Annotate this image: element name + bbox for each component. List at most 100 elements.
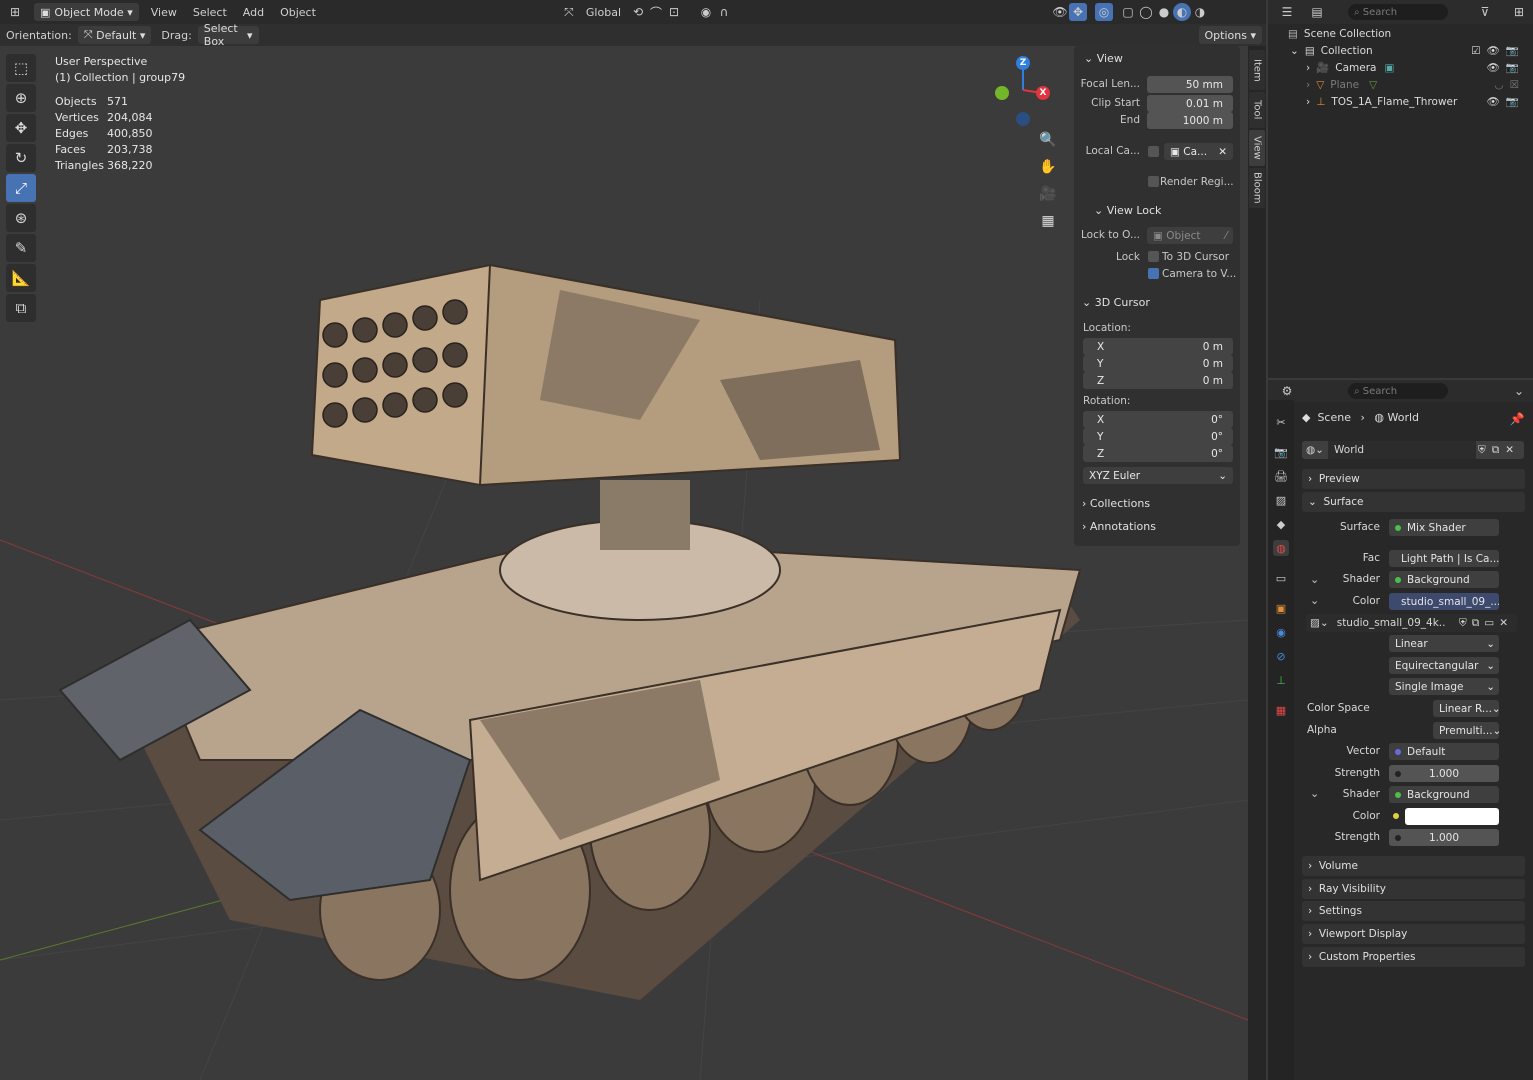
editor-type-icon[interactable]: ⊞ bbox=[6, 3, 24, 21]
outliner-item-camera[interactable]: › 🎥 Camera ▣ 👁📷 bbox=[1268, 59, 1533, 76]
custom-properties-panel[interactable]: › Custom Properties bbox=[1302, 947, 1525, 967]
mode-selector[interactable]: ▣ Object Mode ▾ bbox=[34, 3, 139, 21]
tab-tool[interactable]: Tool bbox=[1249, 92, 1265, 128]
filter-icon[interactable]: ⊽ bbox=[1476, 3, 1494, 21]
proportional-edit-icon[interactable]: ◉ bbox=[697, 3, 715, 21]
clip-start-field[interactable]: 0.01 m bbox=[1147, 95, 1233, 112]
physics-tab-icon[interactable]: ◉ bbox=[1273, 624, 1289, 640]
fac-field[interactable]: Light Path | Is Ca... bbox=[1389, 550, 1499, 567]
chevron-down-icon[interactable]: ⌄ bbox=[1510, 382, 1528, 400]
snap-icon[interactable]: ⌒ bbox=[647, 3, 665, 21]
annotate-tool[interactable]: ✎ bbox=[6, 234, 36, 262]
data-tab-icon[interactable]: ⊥ bbox=[1273, 672, 1289, 688]
color1-field[interactable]: studio_small_09_... bbox=[1389, 593, 1499, 610]
breadcrumb-world[interactable]: World bbox=[1388, 411, 1420, 424]
surface-shader-field[interactable]: Mix Shader bbox=[1389, 519, 1499, 536]
render-tab-icon[interactable]: 📷 bbox=[1273, 444, 1289, 460]
cursor-location-x[interactable]: X 0 m bbox=[1083, 338, 1233, 355]
options-dropdown[interactable]: Options ▾ bbox=[1198, 26, 1262, 44]
color2-swatch[interactable] bbox=[1405, 808, 1499, 825]
view-section-header[interactable]: ⌄ View bbox=[1084, 52, 1250, 65]
cursor-rotation-x[interactable]: X 0° bbox=[1083, 411, 1233, 428]
x-axis-handle[interactable]: X bbox=[1036, 86, 1050, 100]
surface-panel[interactable]: ⌄ Surface bbox=[1302, 492, 1525, 512]
drag-dropdown[interactable]: Select Box ▾ bbox=[197, 22, 259, 48]
world-name-field[interactable]: World bbox=[1328, 441, 1476, 459]
menu-add[interactable]: Add bbox=[235, 6, 272, 19]
outliner-search-input[interactable]: ⌕ Search bbox=[1348, 4, 1448, 20]
volume-panel[interactable]: › Volume bbox=[1302, 856, 1525, 876]
y-axis-handle[interactable] bbox=[995, 86, 1009, 100]
pivot-icon[interactable]: ⟲ bbox=[629, 3, 647, 21]
display-mode-icon[interactable]: ▤ bbox=[1308, 3, 1326, 21]
ortho-grid-icon[interactable]: ▦ bbox=[1036, 209, 1060, 233]
strength2-field[interactable]: 1.000 bbox=[1389, 829, 1499, 846]
collections-header[interactable]: › Collections bbox=[1082, 497, 1248, 510]
strength1-field[interactable]: 1.000 bbox=[1389, 765, 1499, 782]
visibility-toggles[interactable]: 👁📷 bbox=[1487, 61, 1525, 74]
measure-tool[interactable]: 📐 bbox=[6, 264, 36, 292]
material-shading-icon[interactable]: ◐ bbox=[1173, 3, 1191, 21]
falloff-icon[interactable]: ∩ bbox=[715, 3, 733, 21]
menu-view[interactable]: View bbox=[143, 6, 185, 19]
snap-target-icon[interactable]: ⊡ bbox=[665, 3, 683, 21]
menu-select[interactable]: Select bbox=[185, 6, 235, 19]
constraints-tab-icon[interactable]: ⊘ bbox=[1273, 648, 1289, 664]
scene-tab-icon[interactable]: ◆ bbox=[1273, 516, 1289, 532]
move-tool[interactable]: ✥ bbox=[6, 114, 36, 142]
viewport-display-panel[interactable]: › Viewport Display bbox=[1302, 924, 1525, 944]
view-lock-header[interactable]: ⌄ View Lock bbox=[1094, 204, 1260, 217]
pin-icon[interactable]: 📌 bbox=[1508, 410, 1526, 428]
solid-shading-icon[interactable]: ● bbox=[1155, 3, 1173, 21]
cursor-tool[interactable]: ⊕ bbox=[6, 84, 36, 112]
outliner-item-collection[interactable]: ⌄ ▤ Collection ☑👁📷 bbox=[1268, 42, 1533, 59]
tab-view[interactable]: View bbox=[1249, 130, 1265, 166]
shader1-field[interactable]: Background bbox=[1389, 571, 1499, 588]
properties-editor-icon[interactable]: ⚙ bbox=[1278, 382, 1296, 400]
lock-to-object-field[interactable]: ▣ Object ⁄ bbox=[1147, 227, 1233, 244]
visibility-icon[interactable]: 👁 bbox=[1051, 3, 1069, 21]
settings-panel[interactable]: › Settings bbox=[1302, 901, 1525, 921]
visibility-toggles[interactable]: 👁📷 bbox=[1487, 95, 1525, 108]
datablock-actions[interactable]: ⛨⧉✕ bbox=[1478, 444, 1520, 457]
overlays-icon[interactable]: ◎ bbox=[1095, 3, 1113, 21]
annotations-header[interactable]: › Annotations bbox=[1082, 520, 1248, 533]
outliner-item-plane[interactable]: › ▽ Plane ▽ ◡☒ bbox=[1268, 76, 1533, 93]
eyedropper-icon[interactable]: ⁄ bbox=[1225, 230, 1227, 242]
z-axis-handle[interactable]: Z bbox=[1016, 56, 1030, 70]
shader2-field[interactable]: Background bbox=[1389, 786, 1499, 803]
add-cube-tool[interactable]: ⧉ bbox=[6, 294, 36, 322]
output-tab-icon[interactable]: 🖨 bbox=[1273, 468, 1289, 484]
visibility-toggles[interactable]: ◡☒ bbox=[1494, 79, 1525, 91]
cursor-location-y[interactable]: Y 0 m bbox=[1083, 355, 1233, 372]
view-layer-tab-icon[interactable]: ▨ bbox=[1273, 492, 1289, 508]
projection-dropdown[interactable]: Equirectangular ⌄ bbox=[1389, 657, 1499, 674]
local-camera-checkbox[interactable] bbox=[1148, 146, 1159, 157]
zoom-icon[interactable]: 🔍 bbox=[1036, 128, 1060, 152]
ray-visibility-panel[interactable]: › Ray Visibility bbox=[1302, 879, 1525, 899]
cursor-rotation-y[interactable]: Y 0° bbox=[1083, 428, 1233, 445]
image-actions[interactable]: ⛨⧉▭✕ bbox=[1459, 617, 1513, 630]
menu-object[interactable]: Object bbox=[272, 6, 324, 19]
outliner-item-tos[interactable]: › ⊥ TOS_1A_Flame_Thrower 👁📷 bbox=[1268, 93, 1533, 110]
select-box-tool[interactable]: ⬚ bbox=[6, 54, 36, 82]
vector-field[interactable]: Default bbox=[1389, 743, 1499, 760]
orientation-dropdown[interactable]: ⤧ Default ▾ bbox=[77, 26, 152, 44]
render-region-checkbox[interactable] bbox=[1148, 176, 1159, 187]
gizmo-toggle-icon[interactable]: ✥ bbox=[1069, 3, 1087, 21]
tab-bloom[interactable]: Bloom bbox=[1249, 168, 1265, 208]
3d-cursor-header[interactable]: ⌄ 3D Cursor bbox=[1082, 296, 1248, 309]
clear-icon[interactable]: ✕ bbox=[1218, 146, 1227, 158]
properties-search-input[interactable]: ⌕ Search bbox=[1348, 383, 1448, 399]
clip-end-field[interactable]: 1000 m bbox=[1147, 112, 1233, 129]
3d-viewport[interactable] bbox=[0, 0, 1248, 1080]
tab-item[interactable]: Item bbox=[1249, 50, 1265, 90]
wireframe-shading-icon[interactable]: ◯ bbox=[1137, 3, 1155, 21]
rotation-mode-dropdown[interactable]: XYZ Euler ⌄ bbox=[1083, 467, 1233, 484]
preview-panel[interactable]: › Preview bbox=[1302, 469, 1525, 489]
camera-view-icon[interactable]: 🎥 bbox=[1036, 182, 1060, 206]
collection-tab-icon[interactable]: ▭ bbox=[1273, 570, 1289, 586]
transform-tool[interactable]: ⊛ bbox=[6, 204, 36, 232]
alpha-dropdown[interactable]: Premulti... ⌄ bbox=[1433, 722, 1499, 739]
object-tab-icon[interactable]: ▣ bbox=[1273, 600, 1289, 616]
